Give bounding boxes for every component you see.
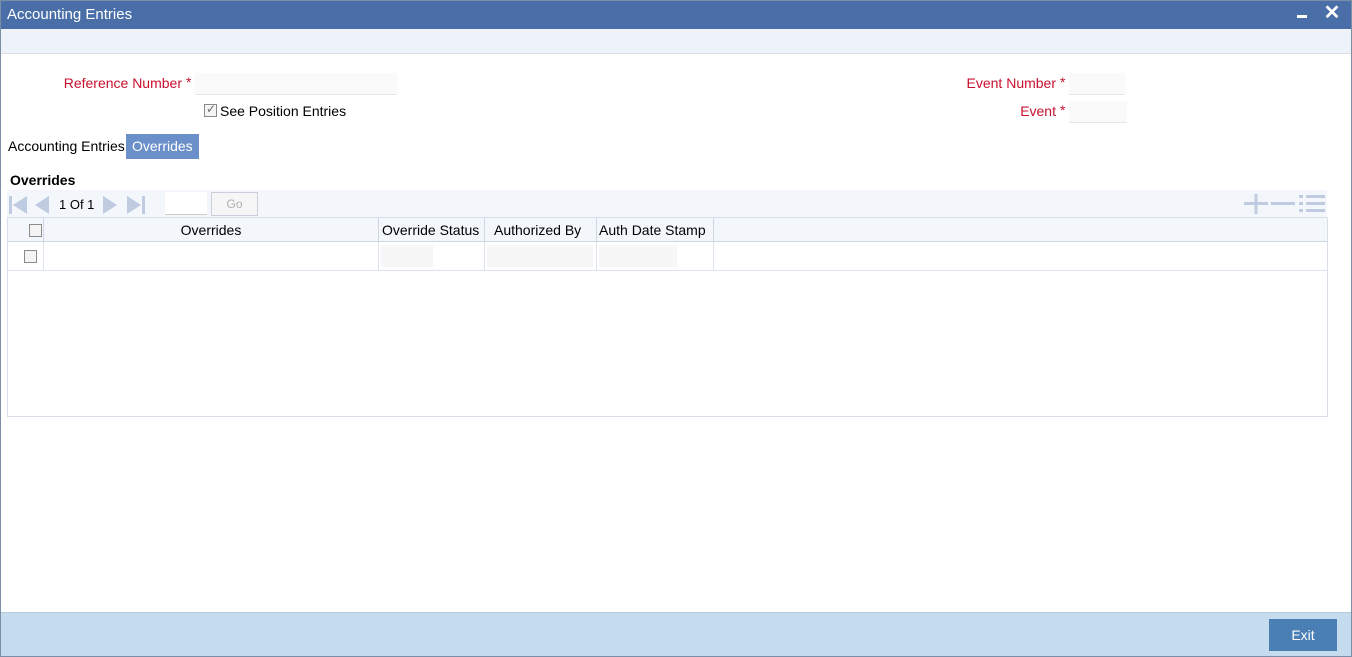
window-title: Accounting Entries (7, 6, 133, 23)
overrides-grid: Overrides Override Status Authorized By … (7, 217, 1328, 417)
previous-page-icon[interactable] (33, 196, 55, 214)
tab-overrides[interactable]: Overrides (126, 134, 199, 159)
see-position-entries-label: See Position Entries (220, 103, 347, 119)
overrides-section-title: Overrides (10, 172, 76, 188)
override-status-field[interactable] (381, 245, 433, 267)
event-number-input[interactable] (1069, 73, 1125, 95)
column-header-auth-date-stamp[interactable]: Auth Date Stamp (597, 218, 714, 241)
minimize-icon[interactable] (1291, 3, 1313, 25)
title-bar: Accounting Entries ✕ (1, 1, 1351, 29)
next-page-icon[interactable] (103, 196, 125, 214)
authorized-by-field[interactable] (487, 245, 593, 267)
page-number-input[interactable] (165, 192, 207, 215)
reference-number-input[interactable] (195, 73, 397, 95)
authorized-by-cell (485, 242, 597, 271)
accounting-entries-window: Accounting Entries ✕ Reference Number * … (0, 0, 1352, 657)
last-page-icon[interactable] (127, 196, 149, 214)
table-row[interactable] (8, 242, 1327, 271)
override-status-cell (379, 242, 485, 271)
go-button[interactable]: Go (211, 192, 258, 216)
grid-header: Overrides Override Status Authorized By … (8, 218, 1327, 242)
row-select-cell (8, 242, 44, 271)
first-page-icon[interactable] (9, 196, 31, 214)
header-select-cell (8, 218, 44, 241)
footer-bar: Exit (1, 612, 1351, 656)
required-marker: * (1060, 102, 1066, 118)
single-view-icon[interactable] (1299, 194, 1325, 214)
select-all-checkbox[interactable] (29, 224, 42, 237)
required-marker: * (1060, 74, 1066, 90)
column-header-overrides[interactable]: Overrides (44, 218, 379, 241)
required-marker: * (186, 74, 192, 90)
auth-date-stamp-cell (597, 242, 714, 271)
tab-accounting-entries[interactable]: Accounting Entries (2, 134, 131, 159)
see-position-entries-checkbox[interactable] (204, 102, 217, 117)
exit-button[interactable]: Exit (1269, 619, 1337, 651)
auth-date-stamp-field[interactable] (599, 245, 677, 267)
reference-number-label: Reference Number (63, 75, 182, 91)
event-input[interactable] (1069, 101, 1127, 123)
column-header-authorized-by[interactable]: Authorized By (485, 218, 597, 241)
event-label: Event (1020, 103, 1056, 119)
pagination-toolbar: 1 Of 1 Go (7, 190, 1327, 217)
close-icon[interactable]: ✕ (1321, 3, 1343, 25)
toolbar-strip (1, 29, 1351, 54)
row-select-checkbox[interactable] (24, 250, 37, 263)
page-indicator: 1 Of 1 (59, 197, 95, 212)
event-number-label: Event Number (966, 75, 1056, 91)
add-row-icon[interactable] (1244, 194, 1268, 214)
column-header-override-status[interactable]: Override Status (379, 218, 485, 241)
overrides-cell (44, 242, 379, 271)
delete-row-icon[interactable] (1271, 194, 1295, 214)
